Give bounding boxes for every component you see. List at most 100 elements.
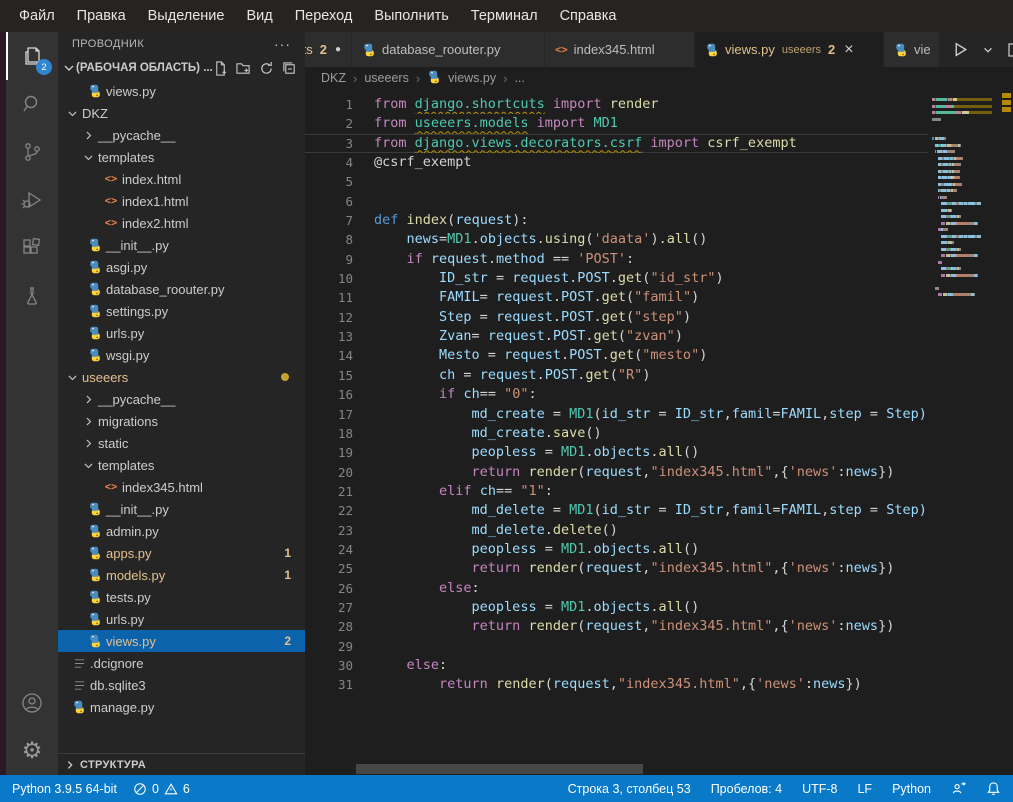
account-icon[interactable] [6, 679, 58, 727]
cursor-position[interactable]: Строка 3, столбец 53 [568, 782, 691, 796]
feedback-icon[interactable] [951, 781, 966, 796]
extensions-icon[interactable] [6, 224, 58, 272]
chevron-right-icon [80, 394, 96, 405]
language-mode[interactable]: Python [892, 782, 931, 796]
tree-item-__init__.py[interactable]: __init__.py [58, 234, 305, 256]
settings-gear-icon[interactable]: ⚙ [6, 727, 58, 775]
collapse-all-icon[interactable] [282, 61, 297, 76]
tree-item-label: urls.py [106, 612, 144, 627]
tree-item-manage.py[interactable]: manage.py [58, 696, 305, 718]
explorer-more-icon[interactable]: ··· [274, 36, 291, 52]
tree-item-templates[interactable]: templates [58, 454, 305, 476]
tree-item-views.py[interactable]: views.py [58, 80, 305, 102]
menu-item-Терминал[interactable]: Терминал [460, 0, 549, 32]
tree-item-__pycache__[interactable]: __pycache__ [58, 124, 305, 146]
tab-bar: diiits2●database_roouter.py<>index345.ht… [305, 32, 1013, 67]
minimap-line [932, 105, 992, 108]
outline-section-header[interactable]: СТРУКТУРА [58, 753, 305, 775]
new-file-icon[interactable] [213, 61, 228, 76]
workspace-section-header[interactable]: (РАБОЧАЯ ОБЛАСТЬ) ... [58, 56, 305, 80]
tab-vie[interactable]: vie [884, 32, 940, 67]
tab-diiits[interactable]: diiits2● [305, 32, 352, 67]
tree-item-templates[interactable]: templates [58, 146, 305, 168]
code-line-27: 27 peopless = MD1.objects.all() [305, 598, 928, 617]
dirty-indicator-icon[interactable]: ● [335, 44, 341, 55]
tree-item-__pycache__[interactable]: __pycache__ [58, 388, 305, 410]
code-line-4: 4@csrf_exempt [305, 153, 928, 172]
tree-item-index345.html[interactable]: <>index345.html [58, 476, 305, 498]
menu-item-Выделение[interactable]: Выделение [137, 0, 236, 32]
menu-item-Выполнить[interactable]: Выполнить [363, 0, 459, 32]
indentation-setting[interactable]: Пробелов: 4 [711, 782, 782, 796]
tree-item-database_roouter.py[interactable]: database_roouter.py [58, 278, 305, 300]
tree-item-urls.py[interactable]: urls.py [58, 322, 305, 344]
new-folder-icon[interactable] [236, 61, 251, 76]
tree-item-DKZ[interactable]: DKZ [58, 102, 305, 124]
code-line-24: 24 peopless = MD1.objects.all() [305, 540, 928, 559]
tree-item-migrations[interactable]: migrations [58, 410, 305, 432]
tree-item-views.py[interactable]: views.py2 [58, 630, 305, 652]
modified-count-badge: 2 [284, 634, 291, 648]
menubar: ФайлПравкаВыделениеВидПереходВыполнитьТе… [0, 0, 1013, 32]
line-number: 10 [305, 269, 353, 288]
breadcrumb-item[interactable]: useeers [364, 71, 408, 85]
python-interpreter[interactable]: Python 3.9.5 64-bit [12, 782, 117, 796]
tree-item-wsgi.py[interactable]: wsgi.py [58, 344, 305, 366]
tree-item-asgi.py[interactable]: asgi.py [58, 256, 305, 278]
menu-item-Справка[interactable]: Справка [549, 0, 628, 32]
minimap-line [932, 267, 1000, 270]
run-debug-icon[interactable] [6, 176, 58, 224]
tree-item-urls.py[interactable]: urls.py [58, 608, 305, 630]
menu-item-Правка[interactable]: Правка [66, 0, 137, 32]
problems-indicator[interactable]: 0 6 [133, 782, 190, 796]
breadcrumb-separator: › [503, 71, 507, 86]
code-line-5: 5 [305, 172, 928, 191]
explorer-badge: 2 [36, 59, 52, 75]
tree-item-index1.html[interactable]: <>index1.html [58, 190, 305, 212]
run-python-file-icon[interactable] [952, 41, 969, 58]
tree-item-tests.py[interactable]: tests.py [58, 586, 305, 608]
menu-item-Переход[interactable]: Переход [284, 0, 364, 32]
testing-icon[interactable] [6, 272, 58, 320]
tree-item-useeers[interactable]: useeers [58, 366, 305, 388]
tree-item-label: index2.html [122, 216, 188, 231]
notifications-bell-icon[interactable] [986, 781, 1001, 796]
chevron-right-icon [64, 759, 76, 771]
tree-item-.dcignore[interactable]: .dcignore [58, 652, 305, 674]
encoding-setting[interactable]: UTF-8 [802, 782, 837, 796]
breadcrumb-item[interactable]: DKZ [321, 71, 346, 85]
tree-item-__init__.py[interactable]: __init__.py [58, 498, 305, 520]
tree-item-label: index.html [122, 172, 181, 187]
tree-item-db.sqlite3[interactable]: db.sqlite3 [58, 674, 305, 696]
code-editor[interactable]: 1from django.shortcuts import render2fro… [305, 89, 928, 775]
tree-item-admin.py[interactable]: admin.py [58, 520, 305, 542]
overview-ruler[interactable] [1000, 89, 1013, 775]
breadcrumb-item[interactable]: ... [514, 71, 524, 85]
breadcrumb-item[interactable]: views.py [448, 71, 496, 85]
search-icon[interactable] [6, 80, 58, 128]
tree-item-static[interactable]: static [58, 432, 305, 454]
tree-item-index2.html[interactable]: <>index2.html [58, 212, 305, 234]
tree-item-settings.py[interactable]: settings.py [58, 300, 305, 322]
tab-database_roouter.py[interactable]: database_roouter.py [352, 32, 545, 67]
split-editor-icon[interactable] [1007, 42, 1013, 58]
eol-setting[interactable]: LF [857, 782, 872, 796]
close-tab-icon[interactable]: × [844, 42, 853, 58]
tree-item-index.html[interactable]: <>index.html [58, 168, 305, 190]
tab-index345.html[interactable]: <>index345.html [545, 32, 695, 67]
source-control-icon[interactable] [6, 128, 58, 176]
tree-item-models.py[interactable]: models.py1 [58, 564, 305, 586]
tree-item-apps.py[interactable]: apps.py1 [58, 542, 305, 564]
tab-views.py[interactable]: views.pyuseeers2× [695, 32, 884, 67]
files-icon[interactable]: 2 [6, 32, 58, 80]
minimap-line [932, 124, 1000, 127]
minimap[interactable] [928, 89, 1000, 775]
run-dropdown-chevron-icon[interactable] [982, 44, 994, 56]
refresh-icon[interactable] [259, 61, 274, 76]
menu-item-Файл[interactable]: Файл [8, 0, 66, 32]
line-number: 19 [305, 443, 353, 462]
code-text [353, 172, 928, 191]
breadcrumb-separator: › [353, 71, 357, 86]
menu-item-Вид[interactable]: Вид [235, 0, 283, 32]
horizontal-scrollbar[interactable] [356, 764, 643, 774]
